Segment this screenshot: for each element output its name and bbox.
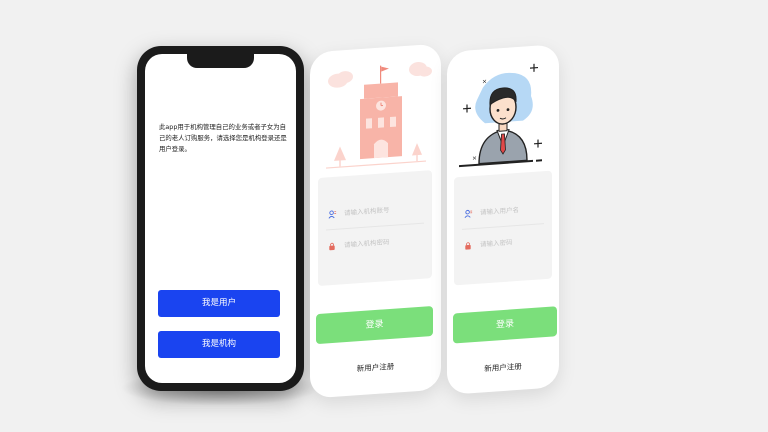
institution-account-input[interactable] (344, 203, 424, 218)
username-input[interactable] (480, 203, 560, 217)
user-icon (462, 207, 474, 220)
phone-notch (187, 54, 254, 68)
institution-account-field[interactable] (326, 199, 424, 224)
institution-password-input[interactable] (344, 235, 424, 250)
username-field[interactable] (462, 198, 560, 223)
user-login-screen: × × 登录 新用户注 (447, 44, 560, 395)
institution-password-field[interactable] (326, 231, 424, 256)
field-divider (326, 222, 424, 231)
new-user-register-link[interactable]: 新用户注册 (447, 358, 559, 377)
intro-text: 此app用于机构管理自己的业务或者子女为自己的老人订购服务，请选择您是机构登录还… (159, 123, 287, 153)
businessman-illustration: × × (459, 63, 542, 168)
role-select-screen: 此app用于机构管理自己的业务或者子女为自己的老人订购服务，请选择您是机构登录还… (145, 54, 296, 383)
phone-frame: 此app用于机构管理自己的业务或者子女为自己的老人订购服务，请选择您是机构登录还… (137, 46, 304, 391)
i-am-user-button[interactable]: 我是用户 (158, 290, 280, 317)
institution-login-button[interactable]: 登录 (316, 305, 433, 345)
institution-login-form (318, 170, 432, 287)
user-password-field[interactable] (462, 230, 560, 255)
svg-text:×: × (482, 78, 487, 85)
new-user-register-link[interactable]: 新用户注册 (310, 357, 441, 377)
user-login-button[interactable]: 登录 (453, 306, 557, 344)
school-building-illustration (326, 61, 432, 169)
user-icon (326, 208, 338, 221)
svg-text:×: × (472, 155, 477, 162)
i-am-institution-button[interactable]: 我是机构 (158, 331, 280, 358)
lock-icon (462, 239, 474, 252)
user-login-form (454, 170, 560, 286)
lock-icon (326, 240, 338, 253)
institution-login-screen: 登录 新用户注册 (310, 43, 441, 399)
user-password-input[interactable] (480, 235, 560, 249)
field-divider (462, 223, 544, 230)
